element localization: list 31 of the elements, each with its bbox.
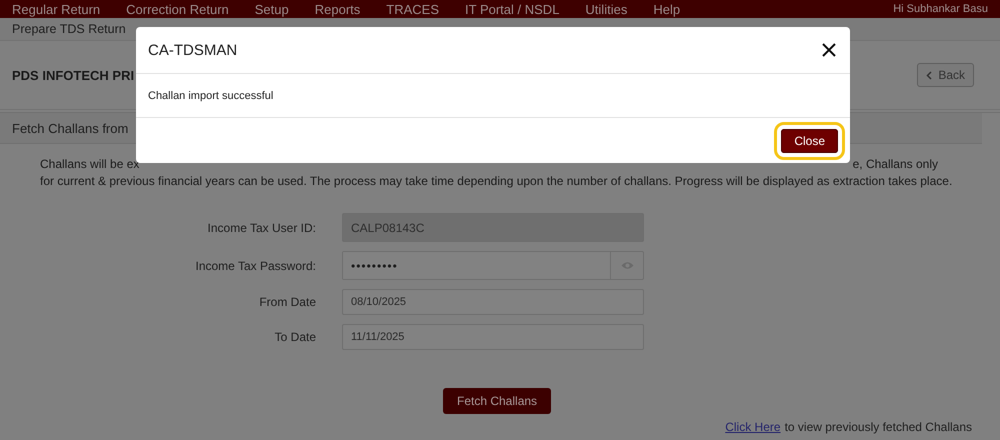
- instruction-text: for current & previous financial years can be used. The process may take time depending upon the number of challans. Progress will be displayed as extraction takes place.: [40, 173, 954, 190]
- menu-item[interactable]: TRACES: [386, 2, 440, 16]
- back-button[interactable]: Back: [917, 63, 974, 87]
- user-greeting: Hi Subhankar Basu: [893, 3, 988, 15]
- instruction-text: e, Challans only: [852, 156, 938, 173]
- menu-item[interactable]: Correction Return: [126, 2, 229, 16]
- link-description: to view previously fetched Challans: [784, 420, 972, 434]
- menu-item[interactable]: Utilities: [585, 2, 628, 16]
- close-icon[interactable]: [821, 42, 837, 58]
- field-label: Income Tax User ID:: [206, 220, 316, 234]
- field-label: Income Tax Password:: [194, 258, 316, 272]
- close-button[interactable]: Close: [781, 128, 838, 152]
- dialog-message: Challan import successful: [148, 90, 274, 102]
- password-field[interactable]: •••••••••: [342, 251, 644, 280]
- field-label: From Date: [258, 295, 316, 309]
- chevron-left-icon: [926, 70, 932, 80]
- dialog-title: CA-TDSMAN: [148, 42, 238, 58]
- company-name: PDS INFOTECH PRI: [12, 68, 134, 82]
- breadcrumb[interactable]: Prepare TDS Return: [12, 22, 126, 36]
- date-field[interactable]: 08/10/2025: [342, 289, 644, 315]
- menu-item[interactable]: Reports: [314, 2, 360, 16]
- date-field[interactable]: 11/11/2025: [342, 324, 644, 350]
- menu-item[interactable]: Setup: [254, 2, 289, 16]
- menu-item[interactable]: Help: [653, 2, 680, 16]
- click-here-link[interactable]: Click Here: [725, 420, 781, 434]
- field-label: To Date: [274, 330, 316, 344]
- menu-item[interactable]: Regular Return: [12, 2, 100, 16]
- panel-title: Fetch Challans from: [12, 120, 128, 136]
- menu-item[interactable]: IT Portal / NSDL: [465, 2, 560, 16]
- instruction-text: Challans will be ex: [40, 156, 140, 173]
- fetch-challans-button[interactable]: Fetch Challans: [443, 388, 552, 414]
